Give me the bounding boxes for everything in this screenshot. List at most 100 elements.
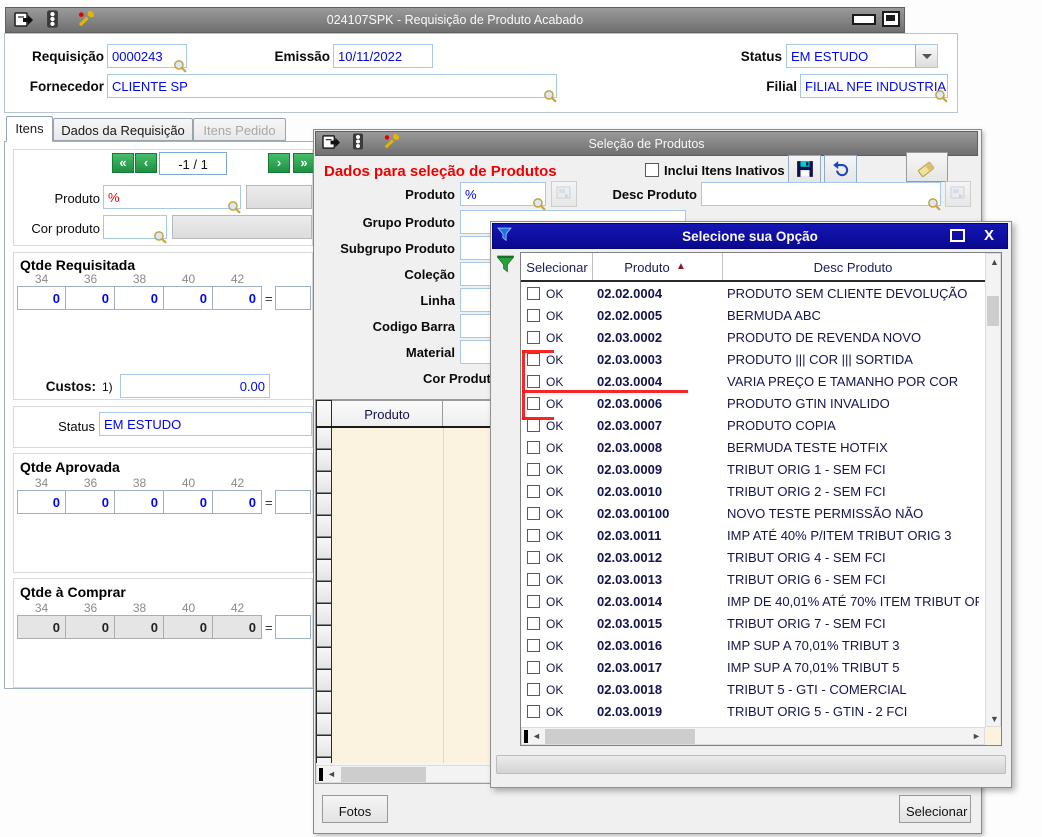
inativos-checkbox[interactable] <box>645 163 659 177</box>
table-row[interactable]: OK 02.03.0016 IMP SUP A 70,01% TRIBUT 3 <box>521 635 985 657</box>
record-counter[interactable]: -1 / 1 <box>159 152 227 175</box>
table-row[interactable]: OK 02.03.0014 IMP DE 40,01% ATÉ 70% ITEM… <box>521 591 985 613</box>
scroll-right-icon[interactable]: ► <box>972 732 981 741</box>
emissao-field[interactable]: 10/11/2022 <box>333 44 433 68</box>
qty-cell[interactable]: 0 <box>17 490 66 514</box>
row-checkbox[interactable] <box>527 617 540 630</box>
opcao-vscrollbar[interactable]: ▲ ▼ <box>985 253 1001 727</box>
qty-cell[interactable]: 0 <box>66 490 115 514</box>
row-checkbox[interactable] <box>527 309 540 322</box>
table-row[interactable]: OK 02.03.0007 PRODUTO COPIA <box>521 415 985 437</box>
scroll-down-icon[interactable]: ▼ <box>990 715 999 724</box>
desc-produto-cardview-button[interactable] <box>945 181 971 207</box>
produto-cardview-button[interactable] <box>551 181 577 207</box>
desc-produto-lookup-icon[interactable] <box>927 197 941 211</box>
table-row[interactable]: OK 02.03.00100 NOVO TESTE PERMISSÃO NÃO <box>521 503 985 525</box>
maximize-button[interactable] <box>882 11 900 27</box>
undo-button[interactable] <box>824 155 857 183</box>
row-checkbox[interactable] <box>527 507 540 520</box>
status-field-itens[interactable]: EM ESTUDO <box>99 412 312 436</box>
table-row[interactable]: OK 02.02.0004 PRODUTO SEM CLIENTE DEVOLU… <box>521 283 985 305</box>
qty-cell[interactable]: 0 <box>115 286 164 310</box>
fornecedor-field[interactable]: CLIENTE SP <box>107 74 557 98</box>
nav-first-button[interactable]: « <box>112 153 134 173</box>
filial-field[interactable]: FILIAL NFE INDUSTRIAL <box>800 74 948 98</box>
produto-lookup-icon[interactable] <box>227 200 241 214</box>
requisicao-lookup-icon[interactable] <box>173 59 187 73</box>
row-checkbox[interactable] <box>527 441 540 454</box>
table-row[interactable]: OK 02.03.0006 PRODUTO GTIN INVALIDO <box>521 393 985 415</box>
opcao-vscroll-thumb[interactable] <box>987 296 999 326</box>
scroll-left-icon[interactable]: ◄ <box>532 732 541 741</box>
table-row[interactable]: OK 02.03.0015 TRIBUT ORIG 7 - SEM FCI <box>521 613 985 635</box>
table-row[interactable]: OK 02.03.0003 PRODUTO ||| COR ||| SORTID… <box>521 349 985 371</box>
col-header-selecionar[interactable]: Selecionar <box>524 260 590 275</box>
selecao-titlebar[interactable]: Seleção de Produtos <box>315 131 978 156</box>
qty-cell[interactable]: 0 <box>213 286 262 310</box>
save-button[interactable] <box>788 155 821 183</box>
table-row[interactable]: OK 02.03.0009 TRIBUT ORIG 1 - SEM FCI <box>521 459 985 481</box>
tab-itens-pedido[interactable]: Itens Pedido <box>193 118 286 141</box>
tab-itens[interactable]: Itens <box>6 116 53 142</box>
cor-produto-lookup-icon[interactable] <box>153 230 167 244</box>
table-row[interactable]: OK 02.02.0005 BERMUDA ABC <box>521 305 985 327</box>
filter-funnel-icon[interactable] <box>496 255 516 273</box>
fotos-button[interactable]: Fotos <box>322 795 388 823</box>
row-checkbox[interactable] <box>527 551 540 564</box>
minimize-button[interactable] <box>852 14 876 25</box>
grid-produto-header[interactable]: Produto <box>332 400 443 427</box>
table-row[interactable]: OK 02.03.0002 PRODUTO DE REVENDA NOVO <box>521 327 985 349</box>
fornecedor-lookup-icon[interactable] <box>543 89 557 103</box>
table-row[interactable]: OK 02.03.0017 IMP SUP A 70,01% TRIBUT 5 <box>521 657 985 679</box>
col-header-desc-produto[interactable]: Desc Produto <box>722 260 984 275</box>
status-combo-arrow[interactable] <box>915 45 937 67</box>
nav-next-button[interactable]: › <box>268 153 290 173</box>
row-checkbox[interactable] <box>527 375 540 388</box>
qty-cell[interactable]: 0 <box>164 490 213 514</box>
table-row[interactable]: OK 02.03.0010 TRIBUT ORIG 2 - SEM FCI <box>521 481 985 503</box>
grid-hscroll-thumb[interactable] <box>341 767 426 782</box>
traffic-light-icon[interactable] <box>46 10 66 28</box>
row-checkbox[interactable] <box>527 661 540 674</box>
row-checkbox[interactable] <box>527 287 540 300</box>
scroll-up-icon[interactable]: ▲ <box>990 258 999 267</box>
desc-produto-field[interactable] <box>701 182 941 206</box>
produto-field[interactable]: % <box>103 185 241 209</box>
table-row[interactable]: OK 02.03.0013 TRIBUT ORIG 6 - SEM FCI <box>521 569 985 591</box>
wrench-icon[interactable] <box>382 133 402 151</box>
row-checkbox[interactable] <box>527 331 540 344</box>
table-row[interactable]: OK 02.03.0018 TRIBUT 5 - GTI - COMERCIAL <box>521 679 985 701</box>
tab-dados-da-requisicao[interactable]: Dados da Requisição <box>53 118 193 141</box>
opcao-hscrollbar[interactable]: ◄ ► <box>521 727 985 745</box>
row-checkbox[interactable] <box>527 397 540 410</box>
row-checkbox[interactable] <box>527 683 540 696</box>
scroll-left-icon[interactable]: ◄ <box>327 770 336 779</box>
clear-filters-button[interactable] <box>906 152 948 182</box>
row-checkbox[interactable] <box>527 353 540 366</box>
row-checkbox[interactable] <box>527 639 540 652</box>
row-checkbox[interactable] <box>527 529 540 542</box>
dialog-maximize-button[interactable] <box>950 229 965 242</box>
table-row[interactable]: OK 02.03.0012 TRIBUT ORIG 4 - SEM FCI <box>521 547 985 569</box>
qty-cell[interactable]: 0 <box>115 490 164 514</box>
nav-prev-button[interactable]: ‹ <box>135 153 157 173</box>
row-checkbox[interactable] <box>527 419 540 432</box>
dialog-close-button[interactable]: X <box>984 227 994 244</box>
traffic-light-icon[interactable] <box>352 133 372 151</box>
table-row[interactable]: OK 02.03.0011 IMP ATÉ 40% P/ITEM TRIBUT … <box>521 525 985 547</box>
main-window-titlebar[interactable]: 024107SPK - Requisição de Produto Acabad… <box>5 7 905 33</box>
qty-cell[interactable]: 0 <box>213 490 262 514</box>
form-exit-icon[interactable] <box>322 134 342 152</box>
form-exit-icon[interactable] <box>14 11 34 29</box>
table-row[interactable]: OK 02.03.0019 TRIBUT ORIG 5 - GTIN - 2 F… <box>521 701 985 723</box>
opcao-titlebar[interactable]: Selecione sua Opção <box>492 223 1008 249</box>
nav-last-button[interactable]: » <box>293 153 315 173</box>
row-checkbox[interactable] <box>527 705 540 718</box>
selecionar-button[interactable]: Selecionar <box>899 795 971 823</box>
row-checkbox[interactable] <box>527 463 540 476</box>
qty-cell[interactable]: 0 <box>66 286 115 310</box>
row-checkbox[interactable] <box>527 485 540 498</box>
wrench-icon[interactable] <box>76 10 96 28</box>
qty-cell[interactable]: 0 <box>17 286 66 310</box>
table-row[interactable]: OK 02.03.0008 BERMUDA TESTE HOTFIX <box>521 437 985 459</box>
